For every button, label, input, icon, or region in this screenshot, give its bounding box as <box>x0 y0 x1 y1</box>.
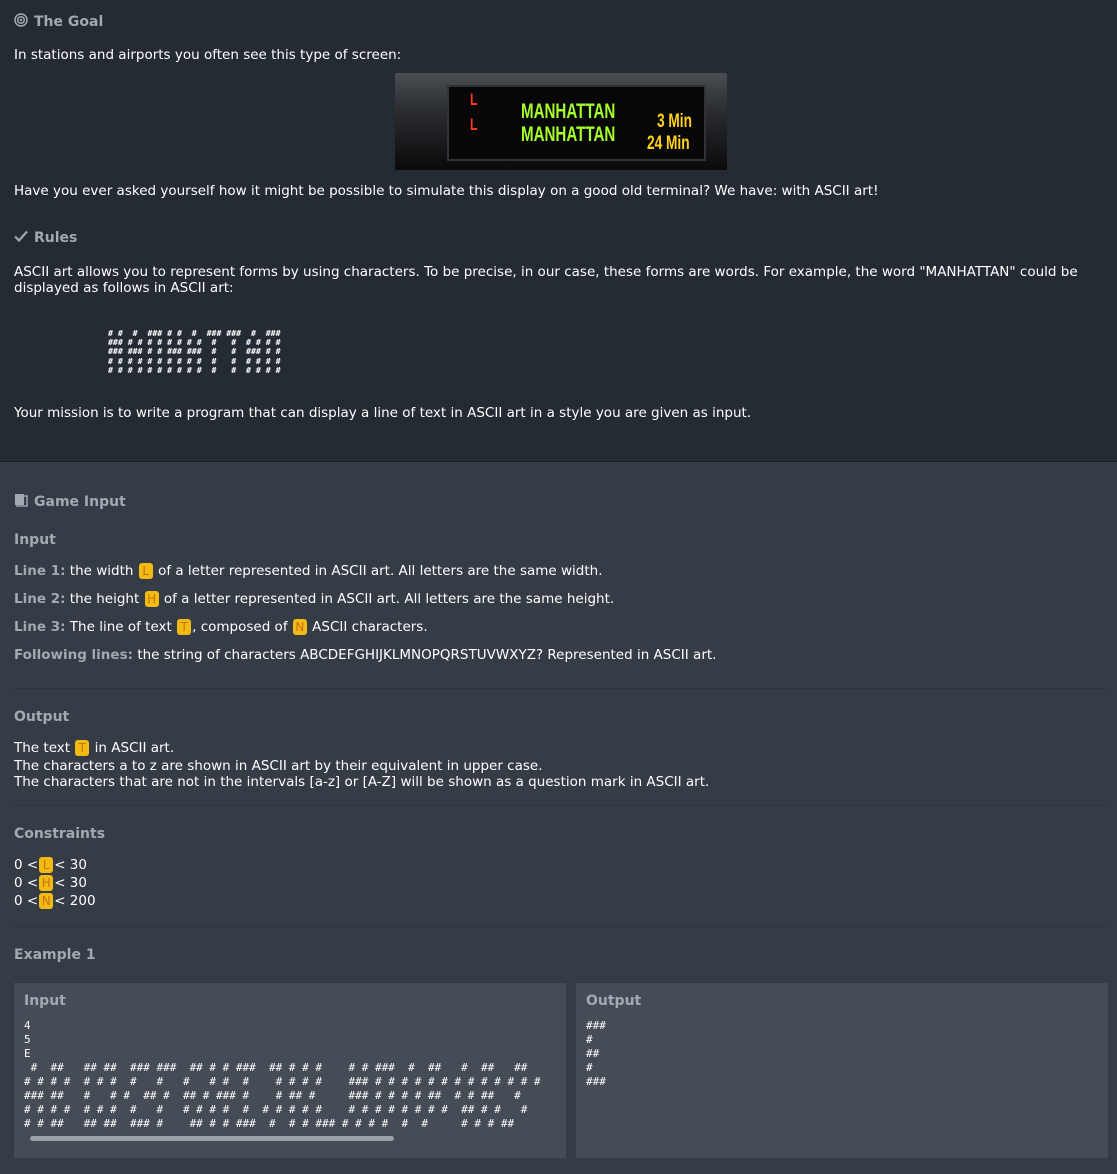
led-line2-time: 24 Min <box>647 133 690 154</box>
var-badge: L <box>138 563 153 579</box>
station-display-image: L L MANHATTAN MANHATTAN 3 Min 24 Min <box>395 73 727 170</box>
example-heading: Example 1 <box>14 947 96 963</box>
line3-label: Line 3: <box>14 619 66 635</box>
led-line1-dest: MANHATTAN <box>521 100 616 123</box>
out1-pre: The text <box>14 740 71 756</box>
mission-text: Your mission is to write a program that … <box>14 405 752 421</box>
divider <box>14 688 1105 689</box>
led-line1-time: 3 Min <box>657 111 692 132</box>
horizontal-scrollbar[interactable] <box>30 1136 394 1141</box>
var-badge: T <box>177 619 192 635</box>
line2-label: Line 2: <box>14 591 66 607</box>
rules-text: ASCII art allows you to represent forms … <box>14 264 1078 296</box>
input-following-lines: Following lines: the string of character… <box>14 647 716 663</box>
line2-pre: the height <box>69 591 140 607</box>
line2-post: of a letter represented in ASCII art. Al… <box>163 591 615 607</box>
following-label: Following lines: <box>14 647 134 663</box>
goal-question: Have you ever asked yourself how it migh… <box>14 183 879 199</box>
var-badge: N <box>292 619 307 635</box>
line1-label: Line 1: <box>14 563 66 579</box>
output-line2: The characters a to z are shown in ASCII… <box>14 758 543 774</box>
line3-post: ASCII characters. <box>312 619 428 635</box>
constraint-1: 0 < L < 30 <box>14 857 87 873</box>
game-input-heading: Game Input <box>14 493 126 511</box>
c3-pre: 0 < <box>14 893 39 909</box>
var-badge: N <box>39 893 54 909</box>
led-line2-letter: L <box>470 115 478 134</box>
c1-post: < 30 <box>54 857 87 873</box>
constraint-2: 0 < H < 30 <box>14 875 87 891</box>
led-line1-letter: L <box>470 90 478 109</box>
goal-heading: The Goal <box>14 13 103 31</box>
led-line2-dest: MANHATTAN <box>521 123 616 146</box>
goal-intro: In stations and airports you often see t… <box>14 47 402 63</box>
input-line3: Line 3: The line of text T, composed of … <box>14 619 428 635</box>
input-line2: Line 2: the height H of a letter represe… <box>14 591 614 607</box>
following-text: the string of characters ABCDEFGHIJKLMNO… <box>137 647 717 663</box>
c3-post: < 200 <box>54 893 96 909</box>
book-icon <box>14 493 28 511</box>
output-heading: Output <box>14 709 70 725</box>
line3-mid: , composed of <box>192 619 288 635</box>
line3-pre: The line of text <box>69 619 172 635</box>
manhattan-ascii-art: # # # ### # # # ### ### # ### ### # # # … <box>108 328 281 375</box>
var-badge: H <box>39 875 54 891</box>
var-badge: T <box>75 740 90 756</box>
example-output-box[interactable]: Output ### # ## # ### <box>576 983 1108 1158</box>
example-input-box[interactable]: Input 4 5 E # ## ## ## ### ### ## # # ##… <box>14 983 566 1158</box>
var-badge: H <box>144 591 159 607</box>
output-line1: The text T in ASCII art. <box>14 740 174 756</box>
goal-title: The Goal <box>34 14 104 30</box>
c1-pre: 0 < <box>14 857 39 873</box>
var-badge: L <box>39 857 54 873</box>
line1-pre: the width <box>69 563 134 579</box>
line1-post: of a letter represented in ASCII art. Al… <box>158 563 603 579</box>
example-input-text[interactable]: 4 5 E # ## ## ## ### ### ## # # ### ## #… <box>24 1019 564 1131</box>
divider <box>14 926 1105 927</box>
rules-title: Rules <box>34 230 78 246</box>
constraint-3: 0 < N < 200 <box>14 893 96 909</box>
check-icon <box>14 230 28 246</box>
input-heading: Input <box>14 532 56 548</box>
game-input-title: Game Input <box>34 494 126 510</box>
statement-top-panel: The Goal In stations and airports you of… <box>0 0 1117 462</box>
target-icon <box>14 13 28 31</box>
out1-post: in ASCII art. <box>94 740 175 756</box>
constraints-heading: Constraints <box>14 826 106 842</box>
example-input-label: Input <box>24 993 66 1009</box>
input-line1: Line 1: the width L of a letter represen… <box>14 563 603 579</box>
output-line3: The characters that are not in the inter… <box>14 774 710 790</box>
example-output-text[interactable]: ### # ## # ### <box>586 1019 606 1089</box>
rules-heading: Rules <box>14 230 77 246</box>
divider <box>14 805 1105 806</box>
c2-post: < 30 <box>54 875 87 891</box>
c2-pre: 0 < <box>14 875 39 891</box>
example-output-label: Output <box>586 993 642 1009</box>
